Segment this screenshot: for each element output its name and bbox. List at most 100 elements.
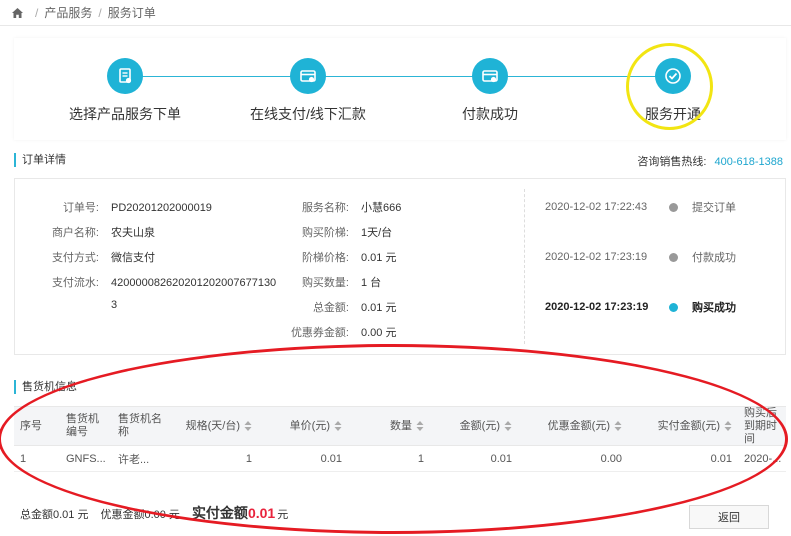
breadcrumb-service-orders: 服务订单 bbox=[107, 6, 156, 20]
tier-price-field: 阶梯价格: 0.01 元 bbox=[267, 249, 397, 265]
timeline-status: 付款成功 bbox=[692, 252, 736, 264]
col-header-index: 序号 bbox=[20, 419, 42, 432]
cell-machine-name: 许老... bbox=[118, 453, 150, 466]
cell-discount: 0.00 bbox=[600, 452, 622, 465]
field-label: 总金额: bbox=[312, 302, 349, 314]
hotline-number[interactable]: 400-618-1388 bbox=[714, 156, 783, 168]
field-value: 1天/台 bbox=[361, 227, 393, 239]
sort-icon[interactable] bbox=[334, 420, 342, 431]
field-label: 优惠券金额: bbox=[290, 327, 349, 339]
summary-paid-amount: 0.01 bbox=[247, 505, 276, 521]
field-value: 0.01 元 bbox=[361, 252, 397, 264]
summary-paid-label: 实付金额 bbox=[191, 505, 248, 521]
payment-serial-continued: 3 bbox=[35, 299, 117, 311]
table-header: 序号 售货机编号 售货机名称 规格(天/台) 单价(元) 数量 金额(元) 优惠… bbox=[14, 406, 786, 446]
cell-quantity: 1 bbox=[417, 452, 424, 465]
field-label: 阶梯价格: bbox=[301, 252, 349, 264]
sort-icon[interactable] bbox=[416, 420, 424, 431]
col-header-machine-name: 售货机名称 bbox=[118, 413, 162, 438]
field-value: 420000082620201202007677130 bbox=[111, 277, 277, 289]
sort-icon[interactable] bbox=[244, 420, 252, 431]
total-amount-field: 总金额: 0.01 元 bbox=[267, 299, 397, 315]
col-header-spec[interactable]: 规格(天/台) bbox=[168, 420, 258, 433]
breadcrumb: / 产品服务 / 服务订单 bbox=[0, 0, 791, 26]
timeline-status: 提交订单 bbox=[692, 202, 736, 214]
order-detail-card: 订单号: PD20201202000019 商户名称: 农夫山泉 支付方式: 微信支付… bbox=[14, 178, 786, 355]
field-value: 微信支付 bbox=[111, 252, 155, 264]
merchant-name-field: 商户名称: 农夫山泉 bbox=[35, 224, 155, 240]
back-button[interactable]: 返回 bbox=[689, 505, 769, 529]
service-name-field: 服务名称: 小慧666 bbox=[267, 199, 401, 215]
order-summary: 总金额0.01 元 优惠金额0.00 元 实付金额0.01 元 bbox=[20, 503, 288, 523]
purchase-tier-field: 购买阶梯: 1天/台 bbox=[267, 224, 392, 240]
field-label: 订单号: bbox=[62, 202, 99, 214]
field-value: 0.00 元 bbox=[361, 327, 397, 339]
field-value: 3 bbox=[111, 299, 118, 311]
payment-serial-field: 支付流水: 420000082620201202007677130 bbox=[35, 274, 276, 290]
col-header-unit-price[interactable]: 单价(元) bbox=[258, 420, 348, 433]
field-label: 支付流水: bbox=[51, 277, 99, 289]
summary-paid-unit: 元 bbox=[277, 509, 289, 521]
cell-unit-price: 0.01 bbox=[320, 452, 342, 465]
sales-hotline: 咨询销售热线: 400-618-1388 bbox=[637, 153, 783, 169]
col-header-label: 金额(元) bbox=[459, 419, 500, 432]
field-value: 0.01 元 bbox=[361, 302, 397, 314]
field-value: 农夫山泉 bbox=[111, 227, 155, 239]
field-value: 1 台 bbox=[361, 277, 382, 289]
cell-machine-id: GNFS... bbox=[66, 452, 106, 465]
order-number-field: 订单号: PD20201202000019 bbox=[35, 199, 212, 215]
col-header-expiry: 购买后到期时间 bbox=[744, 406, 777, 445]
cell-paid-amount: 0.01 bbox=[710, 452, 732, 465]
field-label: 支付方式: bbox=[51, 252, 99, 264]
field-label: 商户名称: bbox=[51, 227, 99, 239]
timeline-status: 购买成功 bbox=[692, 302, 736, 314]
sort-icon[interactable] bbox=[724, 420, 732, 431]
col-header-label: 优惠金额(元) bbox=[547, 419, 610, 432]
table-row[interactable]: 1 GNFS... 许老... 1 0.01 1 0.01 0.00 0.01 … bbox=[14, 446, 786, 472]
field-label: 服务名称: bbox=[301, 202, 349, 214]
col-header-label: 实付金额(元) bbox=[657, 419, 720, 432]
timeline-dot-icon bbox=[669, 252, 678, 262]
home-icon[interactable] bbox=[12, 7, 23, 18]
step-online-payment: 在线支付/线下汇款 bbox=[218, 58, 398, 124]
breadcrumb-product-services[interactable]: 产品服务 bbox=[44, 4, 92, 21]
col-header-paid-amount[interactable]: 实付金额(元) bbox=[628, 420, 738, 433]
coupon-amount-field: 优惠券金额: 0.00 元 bbox=[267, 324, 397, 340]
cell-expiry: 2020-... bbox=[744, 452, 782, 465]
field-label: 购买阶梯: bbox=[301, 227, 349, 239]
step-select-product: 选择产品服务下单 bbox=[35, 58, 215, 124]
step-payment-success: 付款成功 bbox=[400, 58, 580, 124]
timeline-check-icon bbox=[669, 302, 678, 312]
summary-paid: 实付金额0.01 bbox=[192, 503, 275, 523]
col-header-label: 单价(元) bbox=[289, 419, 330, 432]
field-label: 购买数量: bbox=[301, 277, 349, 289]
timeline-submit-order: 2020-12-02 17:22:43 提交订单 bbox=[545, 199, 736, 215]
col-header-amount[interactable]: 金额(元) bbox=[430, 420, 518, 433]
cell-index: 1 bbox=[20, 452, 27, 465]
timeline-time: 2020-12-02 17:23:19 bbox=[545, 251, 648, 263]
order-doc-icon bbox=[107, 58, 143, 94]
cell-spec: 1 bbox=[245, 452, 252, 465]
cell-amount: 0.01 bbox=[490, 452, 512, 465]
order-details-title: 订单详情 bbox=[14, 153, 66, 167]
payment-success-icon bbox=[472, 58, 508, 94]
sort-icon[interactable] bbox=[614, 420, 622, 431]
col-header-quantity[interactable]: 数量 bbox=[348, 420, 430, 433]
vending-machine-table: 序号 售货机编号 售货机名称 规格(天/台) 单价(元) 数量 金额(元) 优惠… bbox=[14, 406, 786, 472]
summary-total: 总金额0.01 元 bbox=[20, 509, 89, 521]
sort-icon[interactable] bbox=[504, 420, 512, 431]
field-value: 小慧666 bbox=[361, 202, 402, 214]
timeline-divider bbox=[524, 189, 525, 344]
timeline-time: 2020-12-02 17:22:43 bbox=[545, 201, 648, 213]
timeline-payment-success: 2020-12-02 17:23:19 付款成功 bbox=[545, 249, 736, 265]
field-value: PD20201202000019 bbox=[111, 202, 212, 214]
timeline-dot-icon bbox=[669, 202, 678, 212]
payment-method-field: 支付方式: 微信支付 bbox=[35, 249, 155, 265]
col-header-label: 数量 bbox=[390, 419, 412, 432]
hotline-label: 咨询销售热线: bbox=[637, 156, 707, 168]
purchase-quantity-field: 购买数量: 1 台 bbox=[267, 274, 381, 290]
step-label: 选择产品服务下单 bbox=[69, 106, 181, 122]
vending-machine-info-title: 售货机信息 bbox=[14, 380, 77, 394]
payment-card-icon bbox=[290, 58, 326, 94]
col-header-discount[interactable]: 优惠金额(元) bbox=[518, 420, 628, 433]
